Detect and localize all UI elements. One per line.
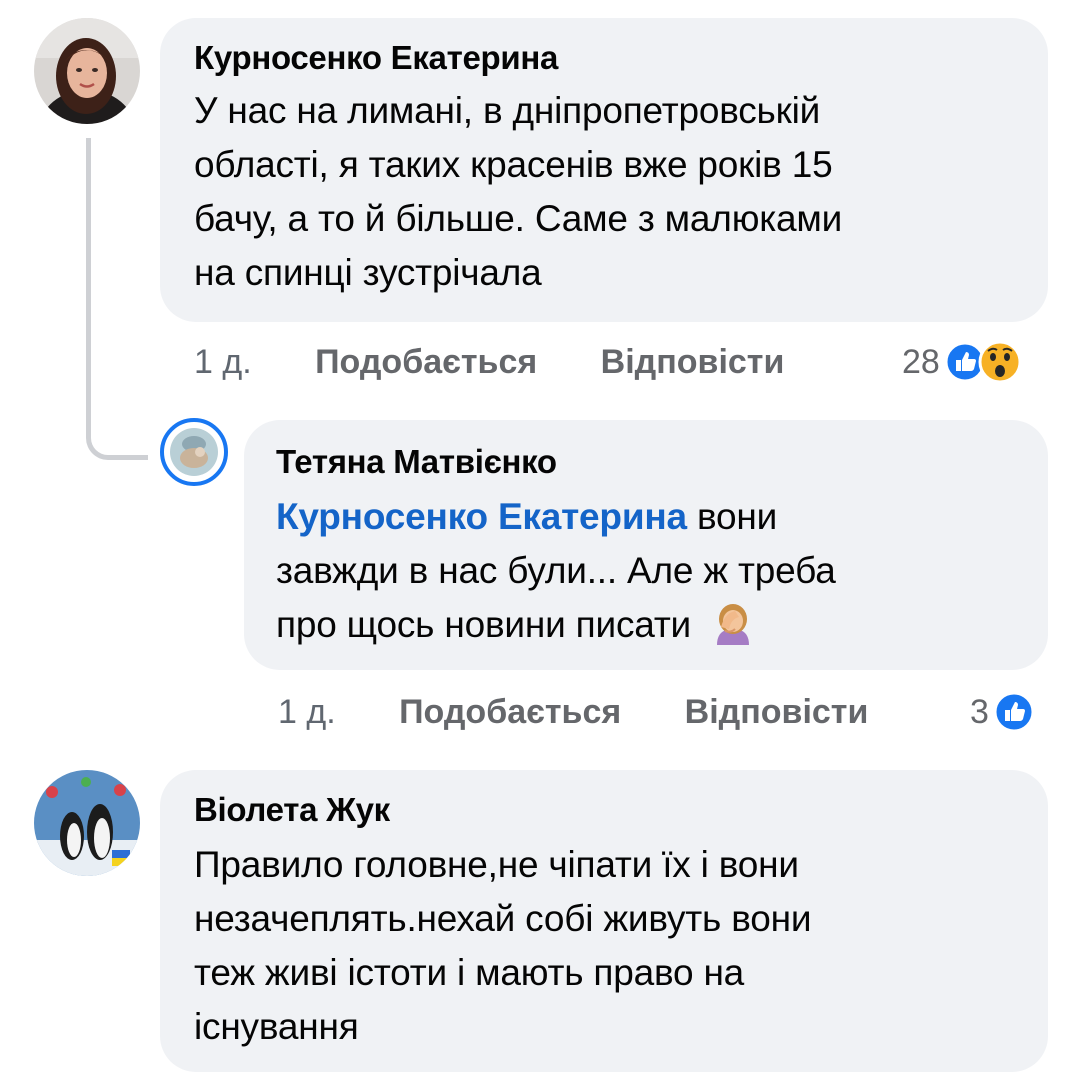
comment-text-fragment: вони xyxy=(686,496,778,537)
comment-text-line: на спинці зустрічала xyxy=(194,252,542,293)
comment-text-line: теж живі істоти і мають право на xyxy=(194,952,745,993)
facepalm-emoji xyxy=(717,604,750,646)
reply-bubble: Тетяна Матвієнко Курносенко Екатерина во… xyxy=(244,420,1048,670)
comment-text-line: бачу, а то й більше. Саме з малюками xyxy=(194,198,843,239)
comment-text: У нас на лимані, в дніпропетровській обл… xyxy=(194,84,1014,300)
comment-author[interactable]: Тетяна Матвієнко xyxy=(276,442,1016,482)
mention-link[interactable]: Курносенко Екатерина xyxy=(276,496,687,537)
thread-connector-line xyxy=(86,138,148,460)
reply-button[interactable]: Відповісти xyxy=(601,343,785,381)
reply-button[interactable]: Відповісти xyxy=(685,693,869,731)
like-button[interactable]: Подобається xyxy=(315,343,537,381)
comment-text-line: У нас на лимані, в дніпропетровській xyxy=(194,90,821,131)
comment-author[interactable]: Віолета Жук xyxy=(194,790,1014,830)
comment-text: Курносенко Екатерина вони завжди в нас б… xyxy=(276,490,1016,652)
comment-text-line: області, я таких красенів вже років 15 xyxy=(194,144,833,185)
comment-actions: 1 д. Подобається Відповісти xyxy=(278,690,868,734)
avatar[interactable] xyxy=(34,770,140,876)
avatar[interactable] xyxy=(160,418,228,486)
reaction-count: 3 xyxy=(970,693,989,731)
like-button[interactable]: Подобається xyxy=(399,693,621,731)
comment-actions: 1 д. Подобається Відповісти xyxy=(194,340,784,384)
comment-bubble: Курносенко Екатерина У нас на лимані, в … xyxy=(160,18,1048,322)
avatar-photo xyxy=(34,18,140,124)
comment-text: Правило головне,не чіпати їх і вони неза… xyxy=(194,838,1014,1054)
avatar-photo xyxy=(170,428,218,476)
comment-text-line: завжди в нас були... Але ж треба xyxy=(276,550,836,591)
reaction-summary[interactable]: 28 xyxy=(902,340,1022,384)
comment-text-line: Курносенко Екатерина вони xyxy=(276,490,1016,544)
comment-bubble: Віолета Жук Правило головне,не чіпати їх… xyxy=(160,770,1048,1072)
avatar-photo xyxy=(34,770,140,876)
avatar[interactable] xyxy=(34,18,140,124)
comment-text-line: існування xyxy=(194,1006,359,1047)
comment-text-fragment: про щось новини писати xyxy=(276,604,692,645)
comment-timestamp[interactable]: 1 д. xyxy=(194,343,252,381)
comment-text-line: Правило головне,не чіпати їх і вони xyxy=(194,844,799,885)
wow-icon xyxy=(978,340,1022,384)
like-icon xyxy=(993,691,1035,733)
comment-text-line: незачеплять.нехай собі живуть вони xyxy=(194,898,812,939)
comment-timestamp[interactable]: 1 д. xyxy=(278,693,336,731)
comment-author[interactable]: Курносенко Екатерина xyxy=(194,38,1014,78)
comment-text-line: про щось новини писати xyxy=(276,598,1016,652)
reaction-count: 28 xyxy=(902,343,940,381)
reaction-summary[interactable]: 3 xyxy=(970,690,1035,734)
